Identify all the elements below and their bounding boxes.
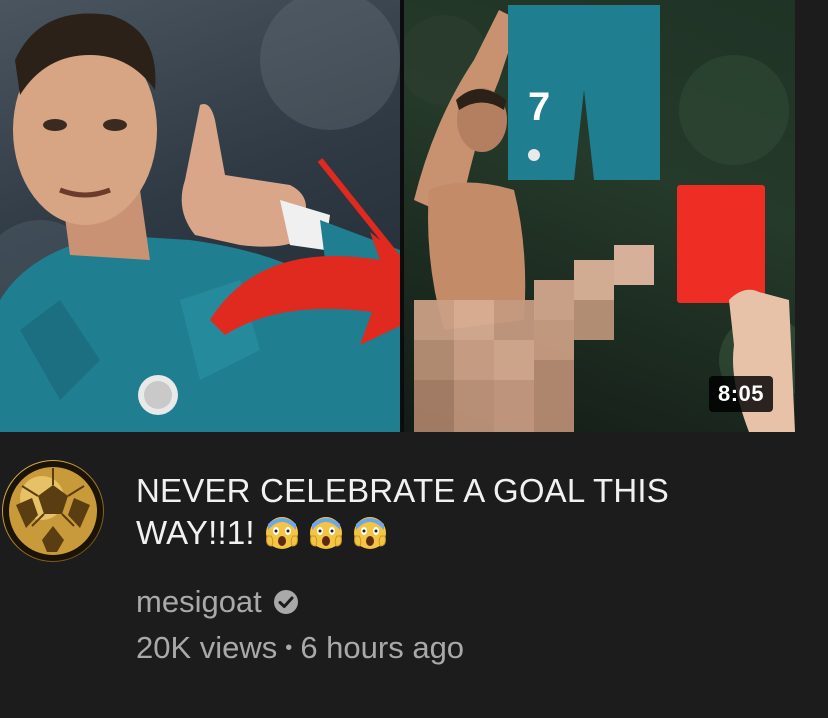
- video-duration-badge: 8:05: [708, 376, 773, 412]
- player-thumbs-up-illustration: [0, 0, 455, 432]
- video-card[interactable]: 7 8:05 NEVER CELEBRATE A GOAL THIS WAY!!…: [0, 0, 828, 718]
- verified-check-icon: [272, 588, 300, 616]
- meta-separator: •: [285, 637, 293, 659]
- upload-age: 6 hours ago: [300, 630, 465, 665]
- video-title-text: NEVER CELEBRATE A GOAL THIS WAY!!1!: [136, 472, 669, 551]
- celebration-illustration: 7: [399, 5, 795, 432]
- scream-emoji-icon: [309, 516, 343, 550]
- video-thumbnail[interactable]: 7 8:05: [0, 0, 795, 432]
- channel-avatar[interactable]: [2, 460, 104, 562]
- red-card: [677, 185, 765, 303]
- video-meta: 20K views • 6 hours ago: [136, 630, 464, 666]
- scream-emoji-icon: [265, 516, 299, 550]
- channel-name[interactable]: mesigoat: [136, 584, 262, 620]
- channel-info[interactable]: mesigoat: [136, 584, 300, 620]
- video-title[interactable]: NEVER CELEBRATE A GOAL THIS WAY!!1!: [136, 470, 776, 554]
- jersey-number: 7: [528, 85, 550, 129]
- thumbnail-right-panel: 7: [399, 0, 795, 432]
- golden-ball-icon: [3, 461, 103, 561]
- scream-emoji-icon: [353, 516, 387, 550]
- view-count: 20K views: [136, 630, 278, 665]
- thumbnail-left-panel: [0, 0, 455, 432]
